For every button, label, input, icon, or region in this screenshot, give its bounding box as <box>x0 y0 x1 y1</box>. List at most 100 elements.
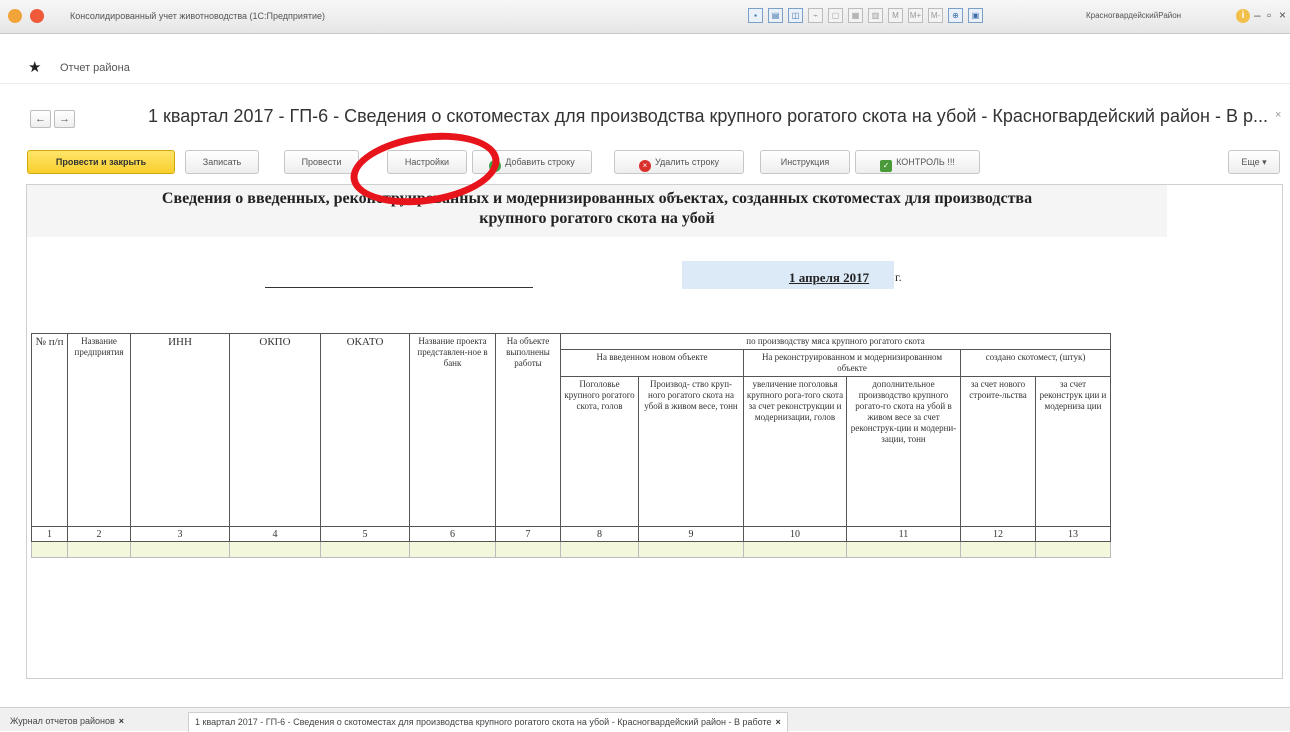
header-col-11: дополнительное производство крупного рог… <box>846 376 961 527</box>
report-header-line1: Сведения о введенных, реконструированных… <box>161 190 1033 207</box>
info-icon[interactable]: i <box>1236 9 1250 23</box>
post-and-close-button[interactable]: Провести и закрыть <box>27 150 175 174</box>
tab-reports-journal[interactable]: Журнал отчетов районов × <box>4 712 130 732</box>
table-cell[interactable] <box>130 541 230 558</box>
post-button[interactable]: Провести <box>284 150 359 174</box>
save-button[interactable]: Записать <box>185 150 259 174</box>
preview-icon[interactable]: ◫ <box>788 8 803 23</box>
header-group-places: создано скотомест, (штук) <box>960 349 1111 377</box>
delete-icon: × <box>638 160 651 172</box>
table-cell[interactable] <box>743 541 847 558</box>
close-window-icon[interactable]: × <box>1279 8 1286 22</box>
header-group-new: На введенном новом объекте <box>560 349 744 377</box>
table-cell[interactable] <box>31 541 68 558</box>
instruction-button[interactable]: Инструкция <box>760 150 850 174</box>
table-cell[interactable] <box>960 541 1036 558</box>
table-row[interactable] <box>31 541 1111 558</box>
table-cell[interactable] <box>846 541 961 558</box>
section-header <box>0 34 1290 84</box>
report-table: № п/п Название предприятия ИНН ОКПО ОКАТ… <box>31 333 1111 558</box>
table-cell[interactable] <box>409 541 496 558</box>
column-number: 3 <box>130 526 230 542</box>
header-works: На объекте выполнены работы <box>495 333 561 527</box>
close-document-icon[interactable]: × <box>1275 109 1281 121</box>
column-number: 13 <box>1035 526 1111 542</box>
column-number: 11 <box>846 526 961 542</box>
forward-button[interactable]: → <box>54 110 75 128</box>
memory-plus-icon[interactable]: M+ <box>908 8 923 23</box>
table-cell[interactable] <box>495 541 561 558</box>
table-cell[interactable] <box>229 541 321 558</box>
report-header-line2: крупного рогатого скота на убой <box>479 210 715 227</box>
memory-m-icon[interactable]: M <box>888 8 903 23</box>
table-cell[interactable] <box>638 541 744 558</box>
table-cell[interactable] <box>1035 541 1111 558</box>
zoom-icon[interactable]: ⊕ <box>948 8 963 23</box>
add-row-label: Добавить строку <box>505 157 575 167</box>
header-col-12: за счет нового строите-льства <box>960 376 1036 527</box>
restore-icon[interactable]: ▫ <box>1267 8 1271 22</box>
document-title: 1 квартал 2017 - ГП-6 - Сведения о ското… <box>148 106 1268 126</box>
window-titlebar: Консолидированный учет животноводства (1… <box>0 0 1290 34</box>
table-cell[interactable] <box>320 541 410 558</box>
header-inn: ИНН <box>130 333 230 527</box>
header-company-name: Название предприятия <box>67 333 131 527</box>
calculator-icon[interactable]: ▦ <box>848 8 863 23</box>
memory-minus-icon[interactable]: M- <box>928 8 943 23</box>
control-label: КОНТРОЛЬ !!! <box>896 157 955 167</box>
control-button[interactable]: ✓ КОНТРОЛЬ !!! <box>855 150 980 174</box>
back-button[interactable]: ← <box>30 110 51 128</box>
column-number: 4 <box>229 526 321 542</box>
calendar-icon[interactable]: ▥ <box>868 8 883 23</box>
company-name-line <box>265 287 533 288</box>
header-group-main: по производству мяса крупного рогатого с… <box>560 333 1111 350</box>
app-logo-icon <box>8 9 22 23</box>
tab-label: 1 квартал 2017 - ГП-6 - Сведения о ското… <box>195 717 772 727</box>
column-number: 9 <box>638 526 744 542</box>
header-okato: ОКАТО <box>320 333 410 527</box>
report-date[interactable]: 1 апреля 2017 <box>789 270 869 286</box>
column-number: 1 <box>31 526 68 542</box>
copy-icon[interactable]: ▢ <box>828 8 843 23</box>
open-windows-bar: Журнал отчетов районов × 1 квартал 2017 -… <box>0 707 1290 732</box>
report-date-suffix: г. <box>895 270 902 284</box>
close-tab-icon[interactable]: × <box>775 717 780 727</box>
table-cell[interactable] <box>560 541 639 558</box>
column-number: 10 <box>743 526 847 542</box>
header-okpo: ОКПО <box>229 333 321 527</box>
tab-label: Журнал отчетов районов <box>10 716 115 726</box>
report-header: Сведения о введенных, реконструированных… <box>27 189 1167 229</box>
column-number: 8 <box>560 526 639 542</box>
header-group-recon: На реконструированном и модернизированно… <box>743 349 961 377</box>
header-col-9: Производ- ство круп- ного рогатого скота… <box>638 376 744 527</box>
column-number: 6 <box>409 526 496 542</box>
section-title: Отчет района <box>60 62 130 74</box>
report-sheet[interactable]: Сведения о введенных, реконструированных… <box>26 184 1283 679</box>
header-project-name: Название проекта представлен-ное в банк <box>409 333 496 527</box>
header-col-8: Поголовье крупного рогатого скота, голов <box>560 376 639 527</box>
save-icon[interactable]: ▪ <box>748 8 763 23</box>
titlebar-toolbar: ▪ ▤ ◫ ⌁ ▢ ▦ ▥ M M+ M- ⊕ ▣ <box>748 8 983 23</box>
window-title: Консолидированный учет животноводства (1… <box>70 11 325 21</box>
close-tab-icon[interactable]: × <box>119 716 124 726</box>
more-button[interactable]: Еще ▾ <box>1228 150 1280 174</box>
header-col-10: увеличение поголовья крупного рога-того … <box>743 376 847 527</box>
link-icon[interactable]: ⌁ <box>808 8 823 23</box>
minimize-icon[interactable]: – <box>1254 8 1261 22</box>
current-user[interactable]: КрасногвардейскийРайон <box>1086 11 1181 20</box>
delete-row-label: Удалить строку <box>654 157 720 167</box>
window-layout-icon[interactable]: ▣ <box>968 8 983 23</box>
delete-row-button[interactable]: × Удалить строку <box>614 150 744 174</box>
check-icon: ✓ <box>880 160 893 172</box>
header-col-13: за счет реконструк ции и модерниза ции <box>1035 376 1111 527</box>
print-icon[interactable]: ▤ <box>768 8 783 23</box>
column-number: 2 <box>67 526 131 542</box>
column-number: 7 <box>495 526 561 542</box>
header-no: № п/п <box>31 333 68 527</box>
tab-current-document[interactable]: 1 квартал 2017 - ГП-6 - Сведения о ското… <box>188 712 788 732</box>
column-numbers-row: 1 2 3 4 5 6 7 8 9 10 11 12 13 <box>31 526 1111 542</box>
table-cell[interactable] <box>67 541 131 558</box>
main-menu-icon[interactable] <box>30 9 44 23</box>
favorite-star-icon[interactable]: ★ <box>28 58 41 76</box>
column-number: 12 <box>960 526 1036 542</box>
